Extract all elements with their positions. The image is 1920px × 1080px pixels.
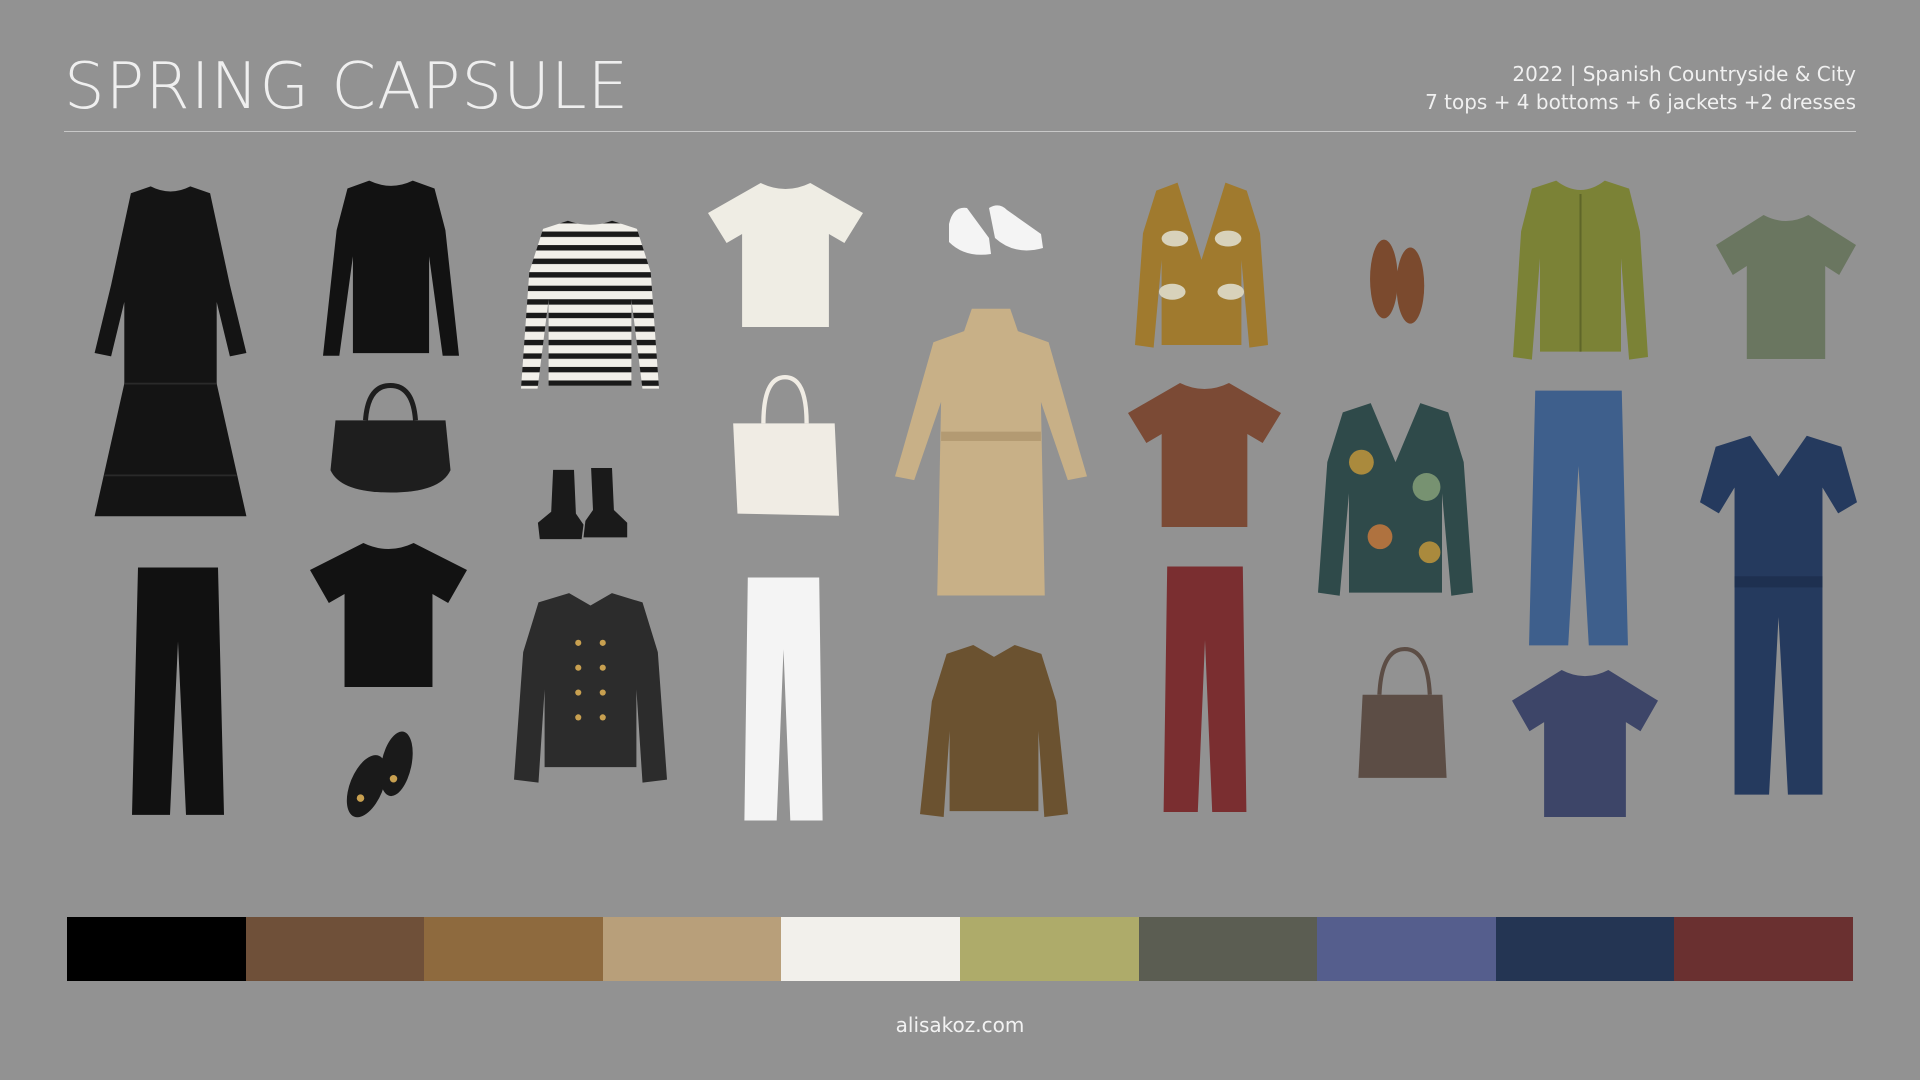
palette-swatch — [959, 917, 1139, 981]
black-pants-icon — [128, 565, 228, 820]
canvas-tote-bag-icon — [731, 374, 839, 518]
capsule-item-counts: 7 tops + 4 bottoms + 6 jackets +2 dresse… — [1425, 90, 1856, 114]
palette-swatch — [781, 917, 960, 981]
capsule-year-location: 2022 | Spanish Countryside & City — [1512, 62, 1856, 86]
navy-jumpsuit-icon — [1700, 432, 1857, 802]
white-sneakers-icon — [945, 202, 1045, 262]
burgundy-trousers-icon — [1160, 564, 1250, 817]
page-title: SPRING CAPSULE — [64, 50, 629, 124]
color-palette — [67, 917, 1853, 981]
palette-swatch — [424, 917, 603, 981]
sage-tshirt-icon — [1716, 212, 1856, 362]
palette-swatch — [1674, 917, 1853, 981]
white-jeans-icon — [741, 575, 826, 823]
green-knit-cardigan-icon — [1513, 178, 1648, 365]
blue-jeans-icon — [1527, 388, 1630, 648]
military-jacket-icon — [514, 590, 667, 792]
navy-tshirt-icon — [1512, 667, 1658, 820]
striped-longsleeve-top-icon — [521, 218, 659, 394]
trench-coat-icon — [895, 305, 1087, 603]
brown-tshirt-icon — [1128, 380, 1281, 530]
olive-shirt-jacket-icon — [920, 642, 1068, 820]
palette-swatch — [1495, 917, 1675, 981]
header-divider — [64, 131, 1856, 132]
palette-swatch — [602, 917, 782, 981]
black-loafers-icon — [344, 725, 419, 822]
palette-swatch — [1317, 917, 1496, 981]
patterned-cardigan-icon — [1135, 180, 1268, 353]
tropical-print-jacket-icon — [1318, 400, 1473, 602]
black-dress-icon — [88, 183, 253, 523]
brown-bucket-bag-icon — [1350, 646, 1455, 782]
black-tote-bag-icon — [328, 382, 453, 495]
website-link[interactable]: alisakoz.com — [0, 1013, 1920, 1037]
cream-tshirt-icon — [708, 180, 863, 330]
capsule-summary: 2022 | Spanish Countryside & City 7 tops… — [1425, 60, 1856, 116]
black-ankle-boots-icon — [536, 468, 631, 541]
brown-tassel-loafers-icon — [1365, 233, 1428, 325]
palette-swatch — [245, 917, 425, 981]
palette-swatch — [1138, 917, 1318, 981]
palette-swatch — [67, 917, 246, 981]
black-tshirt-icon — [310, 540, 467, 690]
black-longsleeve-top-icon — [323, 178, 459, 361]
